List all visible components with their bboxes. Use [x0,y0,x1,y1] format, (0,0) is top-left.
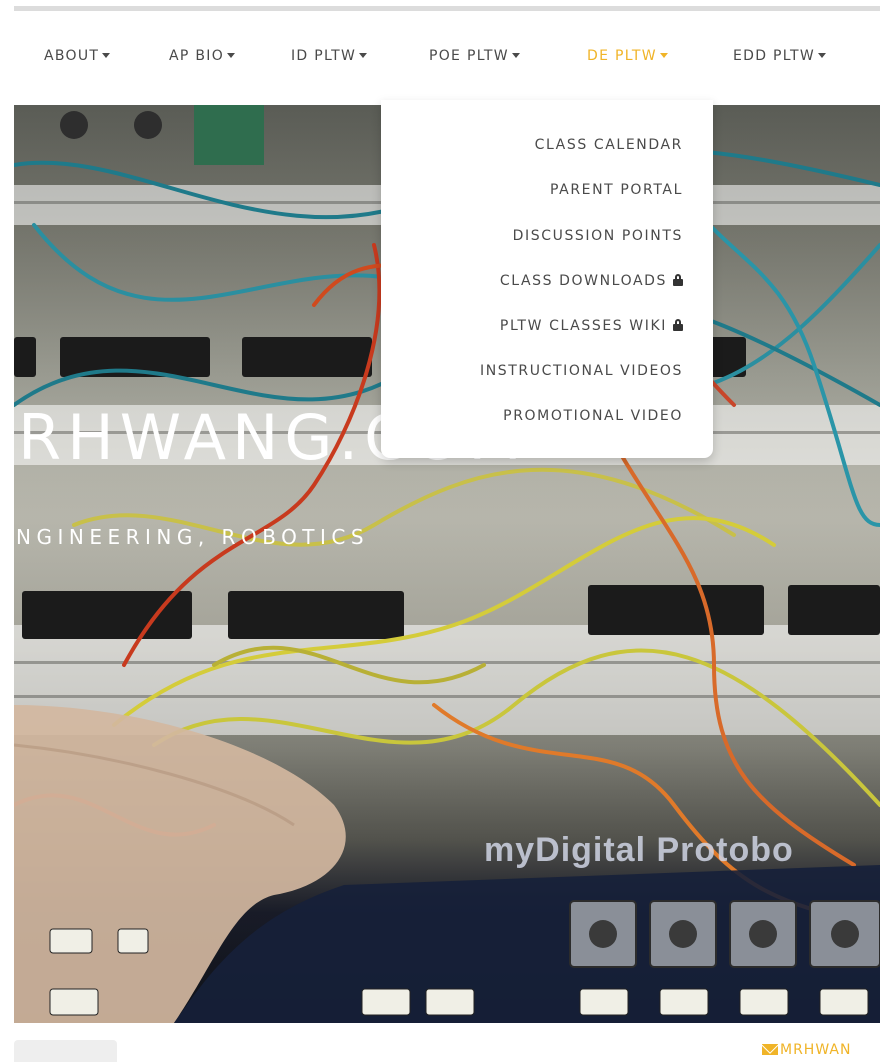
nav-item-label: ABOUT [44,48,100,64]
envelope-icon [762,1044,778,1055]
menu-item-class-downloads[interactable]: CLASS DOWNLOADS [500,273,683,289]
nav-item-edd-pltw[interactable]: EDD PLTW [733,48,826,64]
menu-item-discussion-points[interactable]: DISCUSSION POINTS [513,228,683,244]
menu-item-label: PROMOTIONAL VIDEO [503,408,683,424]
menu-item-parent-portal[interactable]: PARENT PORTAL [550,182,683,198]
menu-item-promotional-video[interactable]: PROMOTIONAL VIDEO [503,408,683,424]
caret-down-icon [511,52,520,58]
nav-item-label: POE PLTW [429,48,509,64]
main-nav: ABOUT AP BIO ID PLTW POE PLTW DE PLTW ED… [0,48,884,74]
caret-down-icon [102,52,111,58]
caret-down-icon [659,52,668,58]
caret-down-icon [817,52,826,58]
site-tagline: NGINEERING, ROBOTICS [16,525,370,549]
nav-item-poe-pltw[interactable]: POE PLTW [429,48,520,64]
lock-icon [673,274,683,286]
caret-down-icon [227,52,236,58]
nav-item-id-pltw[interactable]: ID PLTW [291,48,368,64]
nav-item-label: DE PLTW [587,48,657,64]
menu-item-label: PARENT PORTAL [550,182,683,198]
top-divider [14,6,880,11]
footer-tab[interactable] [14,1040,117,1062]
footer-contact-label: MRHWAN [780,1042,852,1058]
menu-item-label: DISCUSSION POINTS [512,228,683,244]
caret-down-icon [359,52,368,58]
menu-item-pltw-classes-wiki[interactable]: PLTW CLASSES WIKI [500,318,683,334]
menu-item-label: CLASS DOWNLOADS [499,273,667,289]
menu-item-label: PLTW CLASSES WIKI [499,318,667,334]
nav-item-label: EDD PLTW [733,48,815,64]
lock-icon [673,319,683,331]
menu-item-label: INSTRUCTIONAL VIDEOS [479,363,683,379]
footer-contact-link[interactable]: MRHWAN [762,1042,851,1058]
de-pltw-dropdown-menu: CLASS CALENDAR PARENT PORTAL DISCUSSION … [381,100,713,458]
nav-item-de-pltw[interactable]: DE PLTW [587,48,668,64]
nav-item-label: AP BIO [169,48,225,64]
nav-item-about[interactable]: ABOUT [44,48,111,64]
board-label: myDigital Protobo [484,831,794,869]
nav-item-label: ID PLTW [291,48,357,64]
nav-item-ap-bio[interactable]: AP BIO [169,48,236,64]
menu-item-label: CLASS CALENDAR [534,137,683,153]
menu-item-class-calendar[interactable]: CLASS CALENDAR [535,137,683,153]
menu-item-instructional-videos[interactable]: INSTRUCTIONAL VIDEOS [480,363,683,379]
